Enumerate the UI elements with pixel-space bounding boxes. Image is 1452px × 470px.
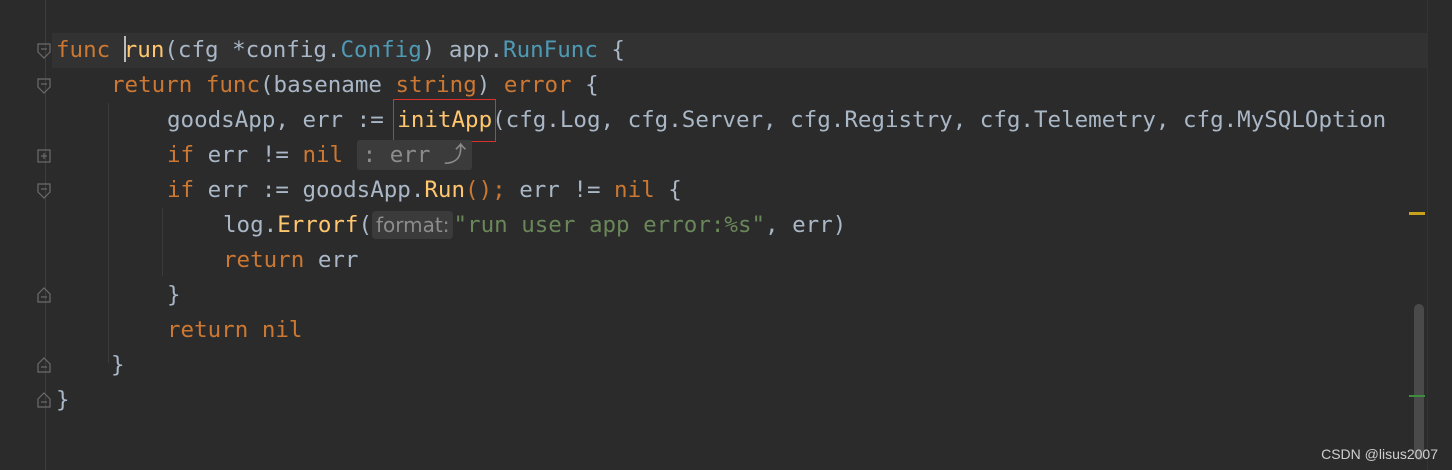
token-keyword: return nil	[167, 317, 303, 343]
code-line-10[interactable]: }	[111, 348, 125, 383]
token-identifier: err	[317, 247, 359, 273]
token-keyword: if	[167, 142, 208, 168]
change-marker[interactable]	[1409, 395, 1425, 397]
code-line-11[interactable]: }	[56, 383, 70, 418]
fold-open-icon[interactable]	[37, 78, 51, 94]
token-keyword: nil	[302, 142, 344, 168]
token-brace: }	[167, 282, 181, 308]
token-expr: err !=	[519, 177, 615, 203]
folded-code-hint[interactable]: : err ⤴	[356, 140, 473, 170]
token-package: config.	[245, 37, 341, 63]
token-brace: }	[111, 352, 125, 378]
token-keyword: return func	[111, 72, 261, 98]
fold-close-icon[interactable]	[37, 287, 51, 303]
code-line-9[interactable]: return nil	[167, 313, 302, 348]
token-punct: {	[571, 72, 599, 98]
token-type: Config	[340, 37, 422, 63]
code-line-2[interactable]: return func(basename string) error {	[111, 68, 599, 103]
token-keyword: func	[56, 37, 124, 63]
warning-marker[interactable]	[1409, 212, 1425, 215]
code-line-5[interactable]: if err := goodsApp.Run(); err != nil {	[167, 173, 682, 208]
token-keyword: if	[167, 177, 208, 203]
token-package: app.	[448, 37, 504, 63]
indent-guide	[108, 103, 109, 363]
token-punct: {	[654, 177, 682, 203]
token-brace: }	[56, 387, 70, 413]
token-params: (cfg *	[164, 37, 246, 63]
token-punct: ();	[465, 177, 520, 203]
token-function-name: run	[123, 37, 165, 63]
token-punct: )	[476, 72, 504, 98]
vertical-scrollbar-track[interactable]	[1427, 0, 1452, 470]
token-package: log.	[223, 212, 278, 238]
watermark: CSDN @lisus2007	[1321, 446, 1438, 462]
token-type: error	[503, 72, 572, 98]
token-keyword: nil	[614, 177, 655, 203]
token-method: Errorf	[277, 212, 359, 238]
fold-open-icon[interactable]	[37, 43, 51, 59]
token-expr: err := goodsApp.	[207, 177, 425, 203]
code-line-8[interactable]: }	[167, 278, 181, 313]
code-line-1[interactable]: func run(cfg *config.Config) app.RunFunc…	[56, 33, 625, 68]
token-string: "run user app error:%s"	[453, 212, 766, 238]
token-punct: (	[358, 212, 373, 238]
code-line-4[interactable]: if err != nil : err ⤴	[167, 138, 473, 173]
token-type: RunFunc	[503, 37, 598, 63]
expand-plus-icon[interactable]	[37, 149, 51, 163]
fold-close-icon[interactable]	[37, 357, 51, 373]
token-args: , err)	[765, 212, 847, 238]
code-line-7[interactable]: return err	[223, 243, 358, 278]
token-params: (basename	[260, 72, 396, 98]
fold-close-icon[interactable]	[37, 392, 51, 408]
token-method: Run	[424, 177, 466, 203]
token-type: string	[395, 72, 477, 98]
token-expr: err !=	[207, 142, 303, 168]
token-assignment: goodsApp, err :=	[167, 107, 398, 133]
token-punct: )	[421, 37, 449, 63]
token-keyword: return	[223, 247, 318, 273]
code-line-3[interactable]: goodsApp, err := initApp(cfg.Log, cfg.Se…	[167, 99, 1387, 142]
indent-guide	[162, 208, 163, 276]
parameter-name-hint: format:	[372, 211, 454, 239]
code-line-6[interactable]: log.Errorf(format: "run user app error:%s…	[223, 208, 846, 243]
token-args: (cfg.Log, cfg.Server, cfg.Registry, cfg.…	[492, 107, 1387, 133]
token-punct: {	[597, 37, 625, 63]
text-caret	[123, 35, 126, 62]
scrollbar-thumb[interactable]	[1414, 304, 1424, 460]
highlighted-function-call: initApp	[393, 99, 497, 142]
fold-open-icon[interactable]	[37, 183, 51, 199]
